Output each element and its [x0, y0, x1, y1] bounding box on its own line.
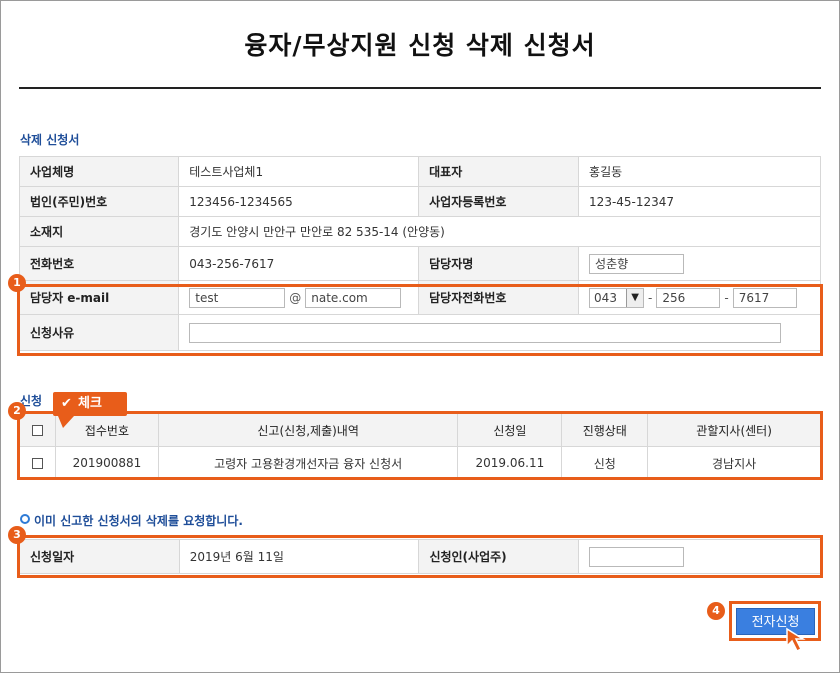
cursor-icon: [786, 627, 806, 653]
highlight-box-2: [17, 411, 823, 480]
row-registration: 법인(주민)번호 123456-1234565 사업자등록번호 123-45-1…: [18, 186, 821, 217]
manager-name-input[interactable]: 성춘향: [589, 253, 685, 274]
highlight-box-1: [17, 284, 823, 356]
phone-label: 전화번호: [18, 246, 180, 281]
check-tag: ✔ 체크: [53, 392, 127, 416]
business-number-value: 123-45-12347: [578, 186, 821, 217]
checkmark-icon: ✔: [61, 396, 72, 411]
company-name-label: 사업체명: [18, 156, 180, 187]
corp-number-label: 법인(주민)번호: [18, 186, 180, 217]
info-note-text: 이미 신고한 신청서의 삭제를 요청합니다.: [34, 514, 243, 528]
corp-number-value: 123456-1234565: [178, 186, 420, 217]
step-badge-1: 1: [8, 274, 26, 292]
page-title: 융자/무상지원 신청 삭제 신청서: [244, 31, 596, 60]
step-badge-4: 4: [707, 602, 725, 620]
phone-value: 043-256-7617: [178, 246, 420, 281]
highlight-box-3: [17, 535, 823, 578]
business-number-label: 사업자등록번호: [418, 186, 580, 217]
check-tag-label: 체크: [78, 396, 102, 411]
circle-bullet-icon: [20, 514, 30, 524]
step-badge-2: 2: [8, 402, 26, 420]
info-note: 이미 신고한 신청서의 삭제를 요청합니다.: [20, 512, 243, 529]
section-title-delete: 삭제 신청서: [20, 133, 80, 147]
row-phone: 전화번호 043-256-7617 담당자명 성춘향: [18, 246, 821, 281]
check-tag-pointer: [58, 416, 74, 428]
row-company-name: 사업체명 테스트사업체1 대표자 홍길동: [18, 156, 821, 187]
address-value: 경기도 안양시 만안구 만안로 82 535-14 (안양동): [178, 216, 821, 247]
title-divider: [19, 87, 821, 89]
representative-value: 홍길동: [578, 156, 821, 187]
representative-label: 대표자: [418, 156, 580, 187]
manager-name-label: 담당자명: [418, 246, 580, 281]
step-badge-3: 3: [8, 526, 26, 544]
address-label: 소재지: [18, 216, 180, 247]
company-name-value: 테스트사업체1: [178, 156, 420, 187]
row-address: 소재지 경기도 안양시 만안구 만안로 82 535-14 (안양동): [18, 216, 821, 247]
